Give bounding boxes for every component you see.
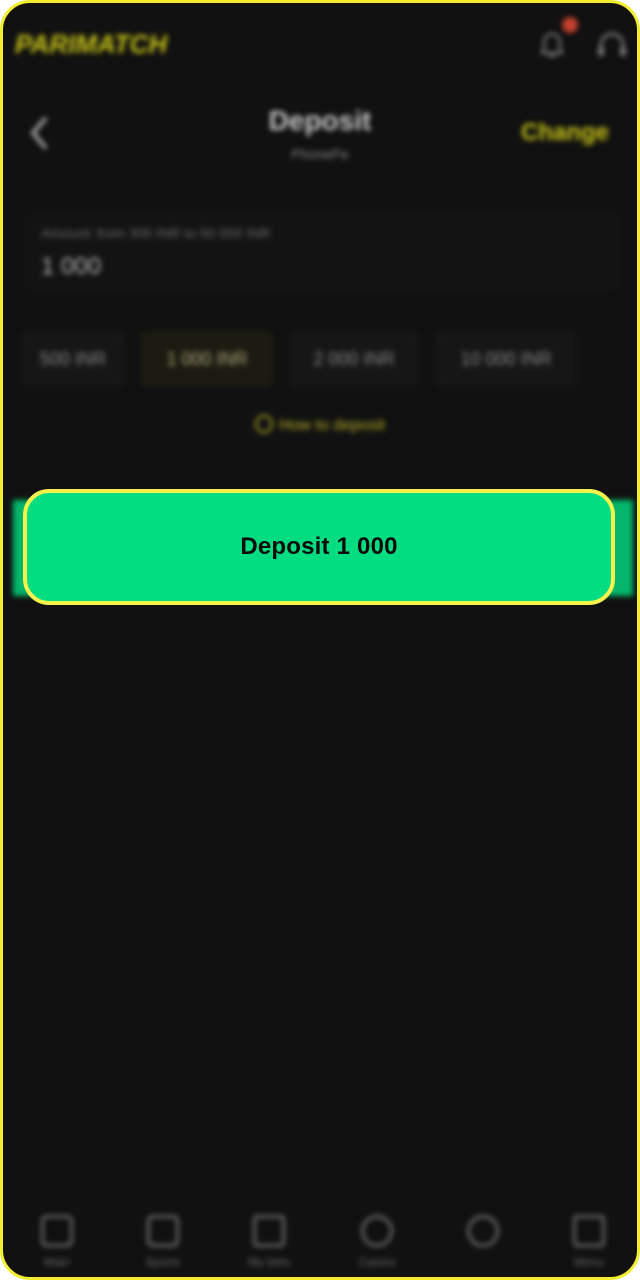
- bottom-nav: Main Sports My bets Casino Menu: [3, 1203, 637, 1277]
- nav-main[interactable]: Main: [17, 1215, 97, 1277]
- amount-field[interactable]: Amount: from 300 INR to 50 000 INR 1 000: [25, 211, 621, 291]
- nav-label: Main: [43, 1255, 70, 1269]
- amount-label: Amount: from 300 INR to 50 000 INR: [41, 225, 271, 241]
- nav-label: My bets: [247, 1255, 290, 1269]
- bell-icon[interactable]: [539, 31, 565, 59]
- sports-icon: [147, 1215, 179, 1247]
- account-icon: [467, 1215, 499, 1247]
- change-button[interactable]: Change: [521, 119, 609, 147]
- logo: PARIMATCH: [15, 29, 168, 59]
- home-icon: [41, 1215, 73, 1247]
- nav-label: Sports: [145, 1255, 181, 1269]
- chip-500[interactable]: 500 INR: [21, 331, 125, 387]
- chip-1000[interactable]: 1 000 INR: [141, 331, 273, 387]
- support-icon[interactable]: [595, 29, 629, 63]
- nav-menu[interactable]: Menu: [549, 1215, 629, 1277]
- nav-casino[interactable]: Casino: [337, 1215, 417, 1277]
- ticket-icon: [253, 1215, 285, 1247]
- nav-label: Menu: [573, 1255, 605, 1269]
- top-bar: PARIMATCH: [3, 3, 637, 83]
- blurred-background: PARIMATCH Deposit PhonePe Change Amount:…: [3, 3, 637, 1277]
- phone-screen: PARIMATCH Deposit PhonePe Change Amount:…: [0, 0, 640, 1280]
- info-icon: [255, 415, 274, 433]
- chip-10000[interactable]: 10 000 INR: [435, 331, 577, 387]
- deposit-button-label: Deposit 1 000: [240, 533, 398, 560]
- nav-account[interactable]: [443, 1215, 523, 1277]
- nav-my-bets[interactable]: My bets: [229, 1215, 309, 1277]
- nav-label: Casino: [358, 1255, 396, 1269]
- deposit-button[interactable]: Deposit 1 000: [23, 489, 615, 605]
- casino-chip-icon: [361, 1215, 393, 1247]
- amount-value[interactable]: 1 000: [41, 253, 101, 281]
- menu-icon: [573, 1215, 605, 1247]
- chip-2000[interactable]: 2 000 INR: [289, 331, 419, 387]
- notification-badge: [562, 17, 578, 33]
- nav-sports[interactable]: Sports: [123, 1215, 203, 1277]
- page-subtitle: PhonePe: [291, 146, 349, 162]
- how-to-deposit-label: How to deposit: [279, 417, 385, 434]
- how-to-deposit-link[interactable]: How to deposit: [3, 415, 637, 435]
